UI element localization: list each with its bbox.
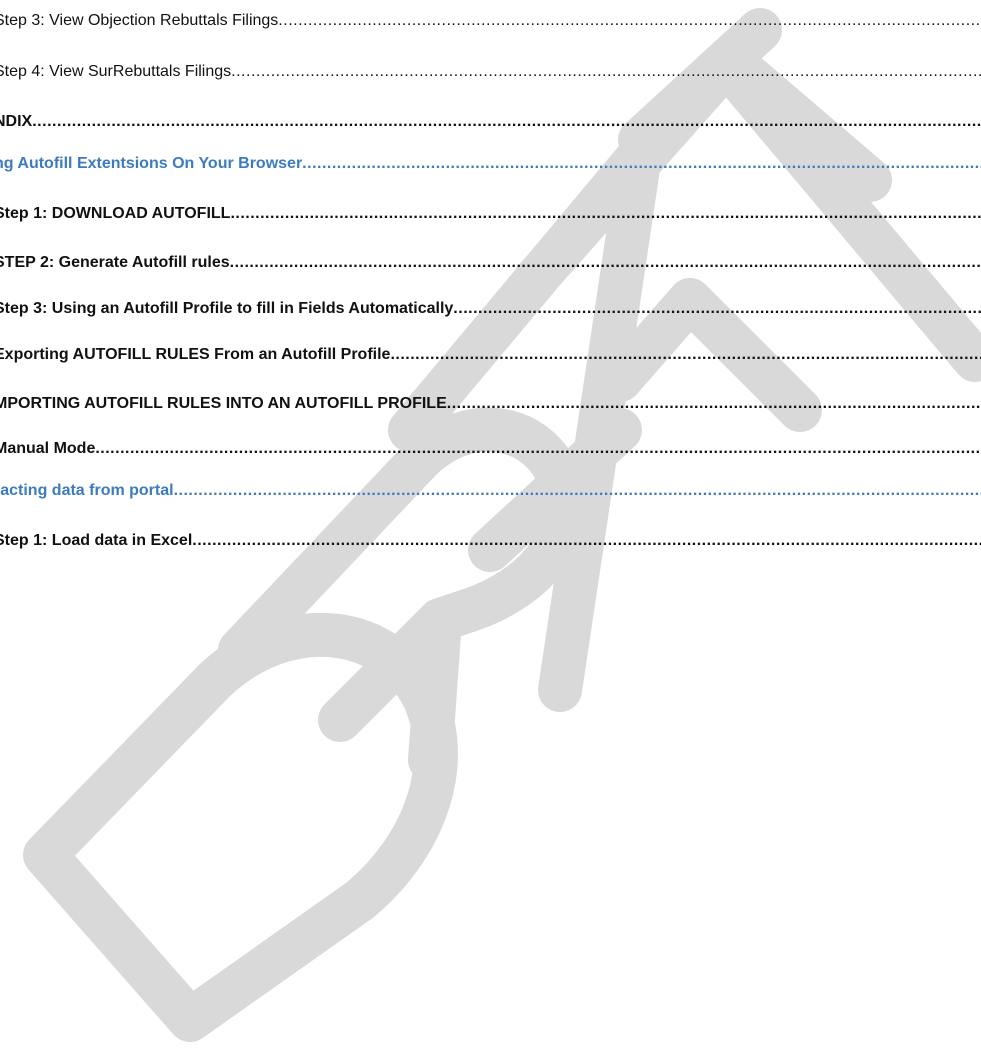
toc-entry-label: ng Autofill Extentsions On Your Browser — [0, 155, 303, 172]
toc-entry-label: Manual Mode — [0, 440, 96, 457]
toc-entry[interactable]: STEP 2: Generate Autofill rules — [0, 251, 981, 275]
toc-leader-dots — [453, 297, 981, 321]
toc-entry-label: MPORTING AUTOFILL RULES INTO AN AUTOFILL… — [0, 395, 447, 412]
toc-entry[interactable]: NDIX — [0, 110, 981, 134]
toc-entry-label: STEP 2: Generate Autofill rules — [0, 254, 230, 271]
toc-leader-dots — [192, 529, 981, 553]
toc-entry-label: Exporting AUTOFILL RULES From an Autofil… — [0, 346, 391, 363]
toc-entry-label: Step 3: Using an Autofill Profile to fil… — [0, 300, 454, 317]
toc-leader-dots — [95, 437, 981, 461]
toc-leader-dots — [230, 202, 981, 226]
toc-entry[interactable]: MPORTING AUTOFILL RULES INTO AN AUTOFILL… — [0, 392, 981, 416]
toc-entry-label: Step 4: View SurRebuttals Filings — [0, 63, 232, 80]
toc-entry[interactable]: racting data from portal — [0, 479, 981, 503]
toc-entry[interactable]: Step 3: Using an Autofill Profile to fil… — [0, 297, 981, 321]
toc-leader-dots — [231, 60, 981, 84]
toc-entry[interactable]: Step 1: DOWNLOAD AUTOFILL — [0, 202, 981, 226]
toc-leader-dots — [447, 392, 981, 416]
toc-leader-dots — [390, 343, 981, 367]
toc-leader-dots — [302, 152, 981, 176]
toc-entry-label: NDIX — [0, 113, 33, 130]
toc-entry-label: Step 3: View Objection Rebuttals Filings — [0, 12, 279, 29]
toc-entry[interactable]: Step 4: View SurRebuttals Filings — [0, 60, 981, 84]
toc-entry[interactable]: Exporting AUTOFILL RULES From an Autofil… — [0, 343, 981, 367]
toc-entry-label: Step 1: DOWNLOAD AUTOFILL — [0, 205, 231, 222]
toc-entry[interactable]: Step 3: View Objection Rebuttals Filings — [0, 9, 981, 33]
toc-leader-dots — [174, 479, 981, 503]
toc-entry-label: Step 1: Load data in Excel — [0, 532, 193, 549]
toc-entry[interactable]: ng Autofill Extentsions On Your Browser — [0, 152, 981, 176]
toc-leader-dots — [32, 110, 981, 134]
toc-leader-dots — [230, 251, 981, 275]
document-page: Step 3: View Objection Rebuttals Filings… — [0, 0, 981, 1056]
toc-entry-label: racting data from portal — [0, 482, 174, 499]
toc-entry[interactable]: Step 1: Load data in Excel — [0, 529, 981, 553]
toc-entry[interactable]: Manual Mode — [0, 437, 981, 461]
toc-leader-dots — [278, 9, 981, 33]
